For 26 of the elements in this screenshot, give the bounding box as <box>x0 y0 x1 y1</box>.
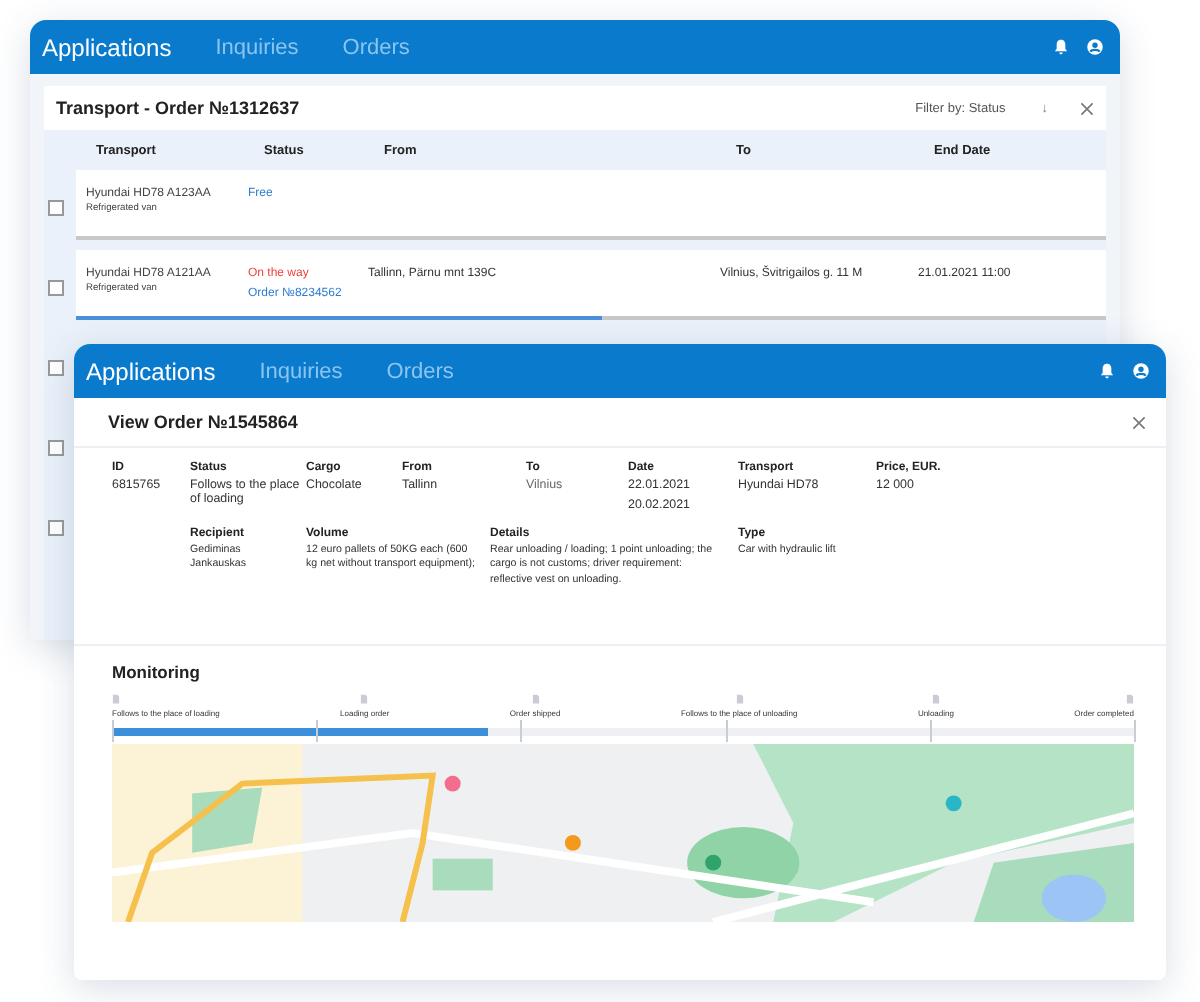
row-checkbox[interactable] <box>48 200 64 216</box>
nav-tab[interactable]: Inquiries <box>259 359 363 383</box>
order-title: View Order №1545864 <box>108 412 298 432</box>
close-icon[interactable] <box>1132 415 1146 429</box>
nav-tab[interactable]: Applications <box>86 357 236 385</box>
close-icon[interactable] <box>1080 101 1094 115</box>
bell-icon[interactable] <box>1052 38 1070 56</box>
nav-tab[interactable]: Applications <box>42 33 192 61</box>
row-checkbox[interactable] <box>48 440 64 456</box>
user-icon[interactable] <box>1132 362 1150 380</box>
row-checkbox[interactable] <box>48 280 64 296</box>
bell-icon[interactable] <box>1098 362 1116 380</box>
document-icon <box>1125 693 1134 704</box>
panel-title: Transport - Order №1312637 <box>56 98 300 118</box>
row-checkbox[interactable] <box>48 360 64 376</box>
nav-tab[interactable]: Inquiries <box>215 35 319 59</box>
nav-tab[interactable]: Orders <box>342 35 430 59</box>
document-icon <box>360 693 369 704</box>
user-icon[interactable] <box>1086 38 1104 56</box>
document-icon <box>112 693 120 704</box>
row-checkbox[interactable] <box>48 520 64 536</box>
document-icon <box>931 693 940 704</box>
document-icon <box>735 693 744 704</box>
section-title: Monitoring <box>112 661 202 682</box>
document-icon <box>531 693 540 704</box>
nav-tab[interactable]: Orders <box>386 359 474 383</box>
